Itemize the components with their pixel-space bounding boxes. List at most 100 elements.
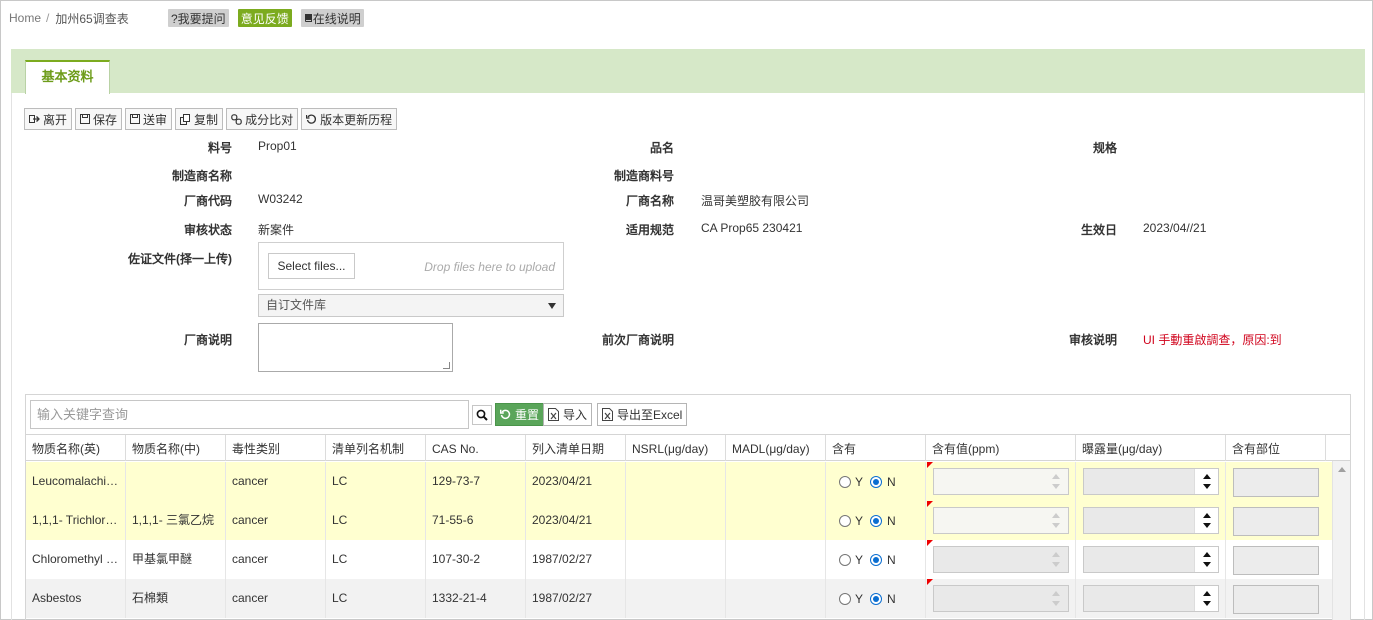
stepper-arrows[interactable] [1194, 547, 1218, 572]
column-header[interactable]: 列入清单日期 [526, 435, 626, 461]
cell-ppm [926, 462, 1076, 501]
cell-date: 2023/04/21 [526, 462, 626, 501]
resize-grip-icon[interactable] [443, 362, 450, 369]
cell-nsrl [626, 579, 726, 618]
stepper-up-icon[interactable] [1052, 552, 1060, 557]
column-header[interactable]: 曝露量(μg/day) [1076, 435, 1226, 461]
scroll-up-icon[interactable] [1338, 467, 1346, 472]
table-row[interactable]: Asbestos 石棉類 cancer LC 1332-21-4 1987/02/27 Y… [26, 579, 1333, 618]
stepper-up-icon[interactable] [1203, 591, 1211, 596]
contains-no-radio[interactable] [870, 554, 882, 566]
stepper-down-icon[interactable] [1052, 523, 1060, 528]
column-header[interactable]: MADL(μg/day) [726, 435, 826, 461]
vendor-note-textarea[interactable] [258, 323, 453, 372]
stepper-up-icon[interactable] [1052, 474, 1060, 479]
stepper-down-icon[interactable] [1052, 601, 1060, 606]
contains-no-radio[interactable] [870, 515, 882, 527]
help-button-group: ?我要提问 意见反馈 在线说明 [168, 9, 373, 27]
submit-review-button[interactable]: 送审 [125, 108, 173, 130]
excel-file-icon [602, 408, 613, 421]
cell-cas: 107-30-2 [426, 540, 526, 579]
exposure-stepper[interactable] [1083, 585, 1219, 612]
part-input[interactable] [1233, 585, 1319, 614]
contains-yes-label: Y [855, 514, 864, 528]
column-header[interactable]: 含有 [826, 435, 926, 461]
stepper-arrows[interactable] [1194, 586, 1218, 611]
column-header[interactable]: 物质名称(英) [26, 435, 126, 461]
reset-button[interactable]: 重置 [495, 403, 545, 426]
contains-no-radio[interactable] [870, 593, 882, 605]
leave-button[interactable]: 离开 [24, 108, 73, 130]
contains-no-radio[interactable] [870, 476, 882, 488]
exposure-stepper[interactable] [1083, 507, 1219, 534]
column-header[interactable]: 含有值(ppm) [926, 435, 1076, 461]
stepper-down-icon[interactable] [1203, 523, 1211, 528]
spec-label: 规格 [1092, 141, 1117, 155]
stepper-up-icon[interactable] [1052, 591, 1060, 596]
exposure-stepper[interactable] [1083, 468, 1219, 495]
keyword-search-input[interactable]: 输入关键字查询 [30, 400, 469, 429]
copy-button[interactable]: 复制 [175, 108, 224, 130]
import-button[interactable]: 导入 [543, 403, 593, 426]
stepper-arrows[interactable] [1044, 508, 1068, 533]
breadcrumb-home-link[interactable]: Home [9, 11, 41, 25]
contains-yes-radio[interactable] [839, 515, 851, 527]
stepper-down-icon[interactable] [1203, 562, 1211, 567]
excel-file-icon [548, 408, 559, 421]
part-input[interactable] [1233, 507, 1319, 536]
feedback-button[interactable]: 意见反馈 [237, 9, 292, 27]
search-button[interactable] [472, 405, 492, 425]
stepper-up-icon[interactable] [1052, 513, 1060, 518]
ask-question-button[interactable]: ?我要提问 [168, 9, 229, 27]
exposure-stepper[interactable] [1083, 546, 1219, 573]
stepper-down-icon[interactable] [1203, 601, 1211, 606]
stepper-up-icon[interactable] [1203, 474, 1211, 479]
column-header[interactable]: 含有部位 [1226, 435, 1326, 461]
stepper-up-icon[interactable] [1203, 552, 1211, 557]
cell-tox: cancer [226, 579, 326, 618]
save-button[interactable]: 保存 [75, 108, 123, 130]
ppm-stepper[interactable] [933, 468, 1069, 495]
contains-yes-radio[interactable] [839, 554, 851, 566]
file-upload-dropzone[interactable]: Select files... Drop files here to uploa… [258, 242, 564, 290]
stepper-down-icon[interactable] [1052, 484, 1060, 489]
part-input[interactable] [1233, 468, 1319, 497]
online-help-button[interactable]: 在线说明 [300, 9, 364, 27]
ppm-stepper[interactable] [933, 585, 1069, 612]
table-row[interactable]: 1,1,1- Trichlor… 1,1,1- 三氯乙烷 cancer LC 71-55… [26, 501, 1333, 540]
tab-basic-info[interactable]: 基本资料 [25, 60, 110, 94]
contains-yes-radio[interactable] [839, 593, 851, 605]
grid-scrollbar[interactable] [1332, 461, 1350, 620]
column-header[interactable]: 毒性类别 [226, 435, 326, 461]
version-history-button[interactable]: 版本更新历程 [301, 108, 398, 130]
contains-yes-radio[interactable] [839, 476, 851, 488]
column-header[interactable]: CAS No. [426, 435, 526, 461]
stepper-down-icon[interactable] [1052, 562, 1060, 567]
standard-value: CA Prop65 230421 [701, 221, 803, 235]
compare-button[interactable]: 成分比对 [226, 108, 299, 130]
vendor-code-value: W03242 [258, 192, 303, 206]
stepper-arrows[interactable] [1044, 469, 1068, 494]
stepper-arrows[interactable] [1044, 586, 1068, 611]
ppm-stepper[interactable] [933, 507, 1069, 534]
select-files-button[interactable]: Select files... [268, 253, 355, 279]
table-row[interactable]: Leucomalachi… cancer LC 129-73-7 2023/04/21 … [26, 462, 1333, 501]
document-library-select[interactable]: 自订文件库 [258, 294, 564, 317]
cell-ppm [926, 501, 1076, 540]
cell-nsrl [626, 462, 726, 501]
ppm-stepper[interactable] [933, 546, 1069, 573]
column-header[interactable]: 物质名称(中) [126, 435, 226, 461]
stepper-arrows[interactable] [1194, 469, 1218, 494]
cell-mech: LC [326, 540, 426, 579]
table-row[interactable]: Chloromethyl … 甲基氯甲醚 cancer LC 107-30-2 1987/… [26, 540, 1333, 579]
form-toolbar: 离开 保存 送审 复制 成分比对 版本更新历程 [24, 108, 400, 130]
stepper-arrows[interactable] [1044, 547, 1068, 572]
part-input[interactable] [1233, 546, 1319, 575]
column-header[interactable]: 清单列名机制 [326, 435, 426, 461]
stepper-down-icon[interactable] [1203, 484, 1211, 489]
export-excel-button[interactable]: 导出至Excel [597, 403, 688, 426]
column-header[interactable]: NSRL(μg/day) [626, 435, 726, 461]
stepper-up-icon[interactable] [1203, 513, 1211, 518]
stepper-arrows[interactable] [1194, 508, 1218, 533]
cell-madl [726, 462, 826, 501]
